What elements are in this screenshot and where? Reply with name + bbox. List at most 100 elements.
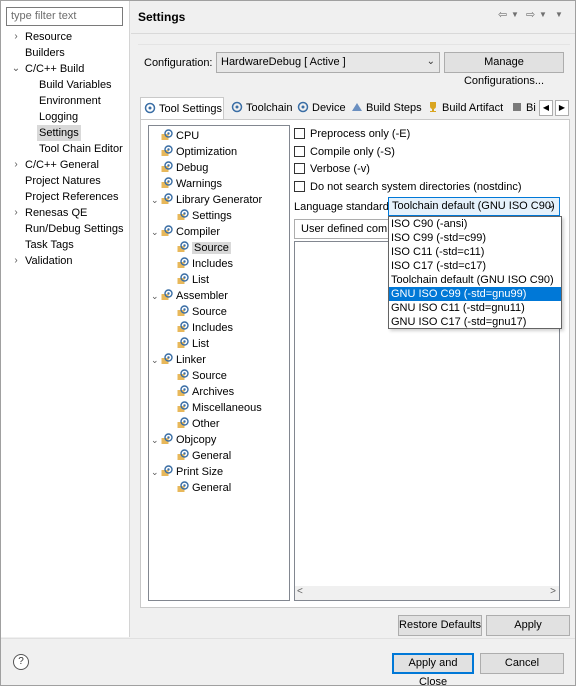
scroll-left-icon[interactable]: < — [297, 586, 303, 597]
tool-gear-icon — [161, 161, 173, 172]
language-option[interactable]: Toolchain default (GNU ISO C90) — [389, 273, 561, 287]
tab-toolchain[interactable]: Toolchain — [228, 99, 292, 119]
language-standard-value: Toolchain default (GNU ISO C90) — [392, 200, 555, 212]
tab-scroll-right-icon[interactable]: ▶ — [555, 100, 569, 116]
collapse-toggle-icon[interactable]: ⌄ — [151, 288, 161, 304]
nav-item[interactable]: Environment — [1, 93, 130, 109]
tree-item[interactable]: Settings — [167, 208, 232, 224]
expand-toggle-icon[interactable]: › — [11, 29, 21, 45]
tree-item[interactable]: Source — [167, 304, 227, 320]
tree-item[interactable]: List — [167, 336, 209, 352]
tree-item[interactable]: General — [167, 480, 231, 496]
horizontal-scrollbar[interactable]: < > — [295, 586, 559, 600]
tree-item[interactable]: ⌄ Assembler — [151, 288, 228, 304]
tree-item[interactable]: CPU — [151, 128, 199, 144]
nav-item[interactable]: Settings — [1, 125, 130, 141]
nav-item[interactable]: Project References — [1, 189, 130, 205]
option-checkbox-row[interactable]: Compile only (-S) — [294, 145, 395, 161]
checkbox[interactable] — [294, 180, 305, 192]
collapse-toggle-icon[interactable]: ⌄ — [151, 352, 161, 368]
manage-configurations-button[interactable]: Manage Configurations... — [444, 52, 564, 87]
tool-gear-icon — [177, 273, 189, 284]
collapse-toggle-icon[interactable]: ⌄ — [151, 432, 161, 448]
tree-item-label: Objcopy — [176, 434, 217, 446]
tree-item[interactable]: ⌄ Compiler — [151, 224, 220, 240]
back-menu-chevron-icon[interactable]: ▼ — [511, 10, 519, 19]
forward-arrow-icon[interactable]: ⇨ — [526, 8, 535, 21]
tree-item[interactable]: ⌄ Print Size — [151, 464, 223, 480]
language-option[interactable]: ISO C90 (-ansi) — [389, 217, 561, 231]
option-label: Do not search system directories (nostdi… — [310, 180, 522, 193]
nav-item[interactable]: › Renesas QE — [1, 205, 130, 221]
tree-item[interactable]: Source — [167, 240, 231, 256]
forward-menu-chevron-icon[interactable]: ▼ — [539, 10, 547, 19]
tool-gear-icon — [177, 241, 189, 252]
nav-item[interactable]: › Resource — [1, 29, 130, 45]
language-option[interactable]: ISO C17 (-std=c17) — [389, 259, 561, 273]
restore-defaults-button[interactable]: Restore Defaults — [398, 615, 482, 636]
nav-item[interactable]: ⌄ C/C++ Build — [1, 61, 130, 77]
nav-item[interactable]: Project Natures — [1, 173, 130, 189]
option-checkbox-row[interactable]: Preprocess only (-E) — [294, 127, 410, 143]
scroll-right-icon[interactable]: > — [550, 586, 556, 597]
collapse-toggle-icon[interactable]: ⌄ — [151, 192, 161, 208]
nav-item[interactable]: Build Variables — [1, 77, 130, 93]
tree-item[interactable]: ⌄ Library Generator — [151, 192, 262, 208]
tab-scroll-left-icon[interactable]: ◀ — [539, 100, 553, 116]
language-standard-select[interactable]: Toolchain default (GNU ISO C90) ⌄ — [388, 197, 560, 216]
collapse-toggle-icon[interactable]: ⌄ — [151, 224, 161, 240]
tree-item[interactable]: Warnings — [151, 176, 222, 192]
checkbox[interactable] — [294, 163, 305, 174]
nav-item[interactable]: Task Tags — [1, 237, 130, 253]
filter-input[interactable]: type filter text — [6, 7, 123, 26]
tree-item[interactable]: Miscellaneous — [167, 400, 262, 416]
tree-item[interactable]: General — [167, 448, 231, 464]
tree-item[interactable]: List — [167, 272, 209, 288]
language-option[interactable]: GNU ISO C11 (-std=gnu11) — [389, 301, 561, 315]
language-option[interactable]: ISO C99 (-std=c99) — [389, 231, 561, 245]
collapse-toggle-icon[interactable]: ⌄ — [151, 464, 161, 480]
tree-item[interactable]: ⌄ Objcopy — [151, 432, 216, 448]
tab-binary-parsers[interactable]: Bi — [508, 99, 538, 119]
checkbox[interactable] — [294, 145, 305, 157]
cancel-button[interactable]: Cancel — [480, 653, 564, 674]
tab-build-steps[interactable]: Build Steps — [348, 99, 422, 119]
tab-device[interactable]: Device — [294, 99, 346, 119]
language-option[interactable]: GNU ISO C17 (-std=gnu17) — [389, 315, 561, 329]
checkbox[interactable] — [294, 128, 305, 139]
tree-item[interactable]: Includes — [167, 256, 233, 272]
nav-item[interactable]: Run/Debug Settings — [1, 221, 130, 237]
nav-item[interactable]: › Validation — [1, 253, 130, 269]
option-checkbox-row[interactable]: Do not search system directories (nostdi… — [294, 180, 522, 196]
tree-item[interactable]: Optimization — [151, 144, 237, 160]
tree-item[interactable]: Includes — [167, 320, 233, 336]
apply-button[interactable]: Apply — [486, 615, 570, 636]
tree-item[interactable]: Other — [167, 416, 220, 432]
apply-and-close-button[interactable]: Apply and Close — [392, 653, 474, 686]
tab-build-artifact[interactable]: Build Artifact — [424, 99, 506, 119]
tree-item-label: Miscellaneous — [192, 402, 262, 414]
expand-toggle-icon[interactable]: › — [11, 157, 21, 173]
gear-icon — [144, 102, 156, 114]
tree-item[interactable]: Debug — [151, 160, 208, 176]
nav-item[interactable]: Builders — [1, 45, 130, 61]
language-option[interactable]: ISO C11 (-std=c11) — [389, 245, 561, 259]
tree-item[interactable]: ⌄ Linker — [151, 352, 206, 368]
help-icon[interactable]: ? — [13, 654, 29, 670]
nav-item[interactable]: Logging — [1, 109, 130, 125]
tab-tool-settings[interactable]: Tool Settings — [140, 97, 224, 119]
back-arrow-icon[interactable]: ⇦ — [498, 8, 507, 21]
configuration-select[interactable]: HardwareDebug [ Active ] ⌄ — [216, 52, 440, 73]
view-menu-icon[interactable]: ▼ — [555, 10, 563, 19]
expand-toggle-icon[interactable]: › — [11, 205, 21, 221]
language-option[interactable]: GNU ISO C99 (-std=gnu99) — [389, 287, 561, 301]
tree-item[interactable]: Source — [167, 368, 227, 384]
expand-toggle-icon[interactable]: › — [11, 253, 21, 269]
nav-item[interactable]: Tool Chain Editor — [1, 141, 130, 157]
option-checkbox-row[interactable]: Verbose (-v) — [294, 162, 370, 178]
tree-item-label: Source — [192, 306, 227, 318]
expand-toggle-icon[interactable]: ⌄ — [11, 61, 21, 77]
nav-item[interactable]: › C/C++ General — [1, 157, 130, 173]
tree-item[interactable]: Archives — [167, 384, 234, 400]
user-defined-options-header[interactable]: User defined compiler options — [294, 219, 389, 239]
